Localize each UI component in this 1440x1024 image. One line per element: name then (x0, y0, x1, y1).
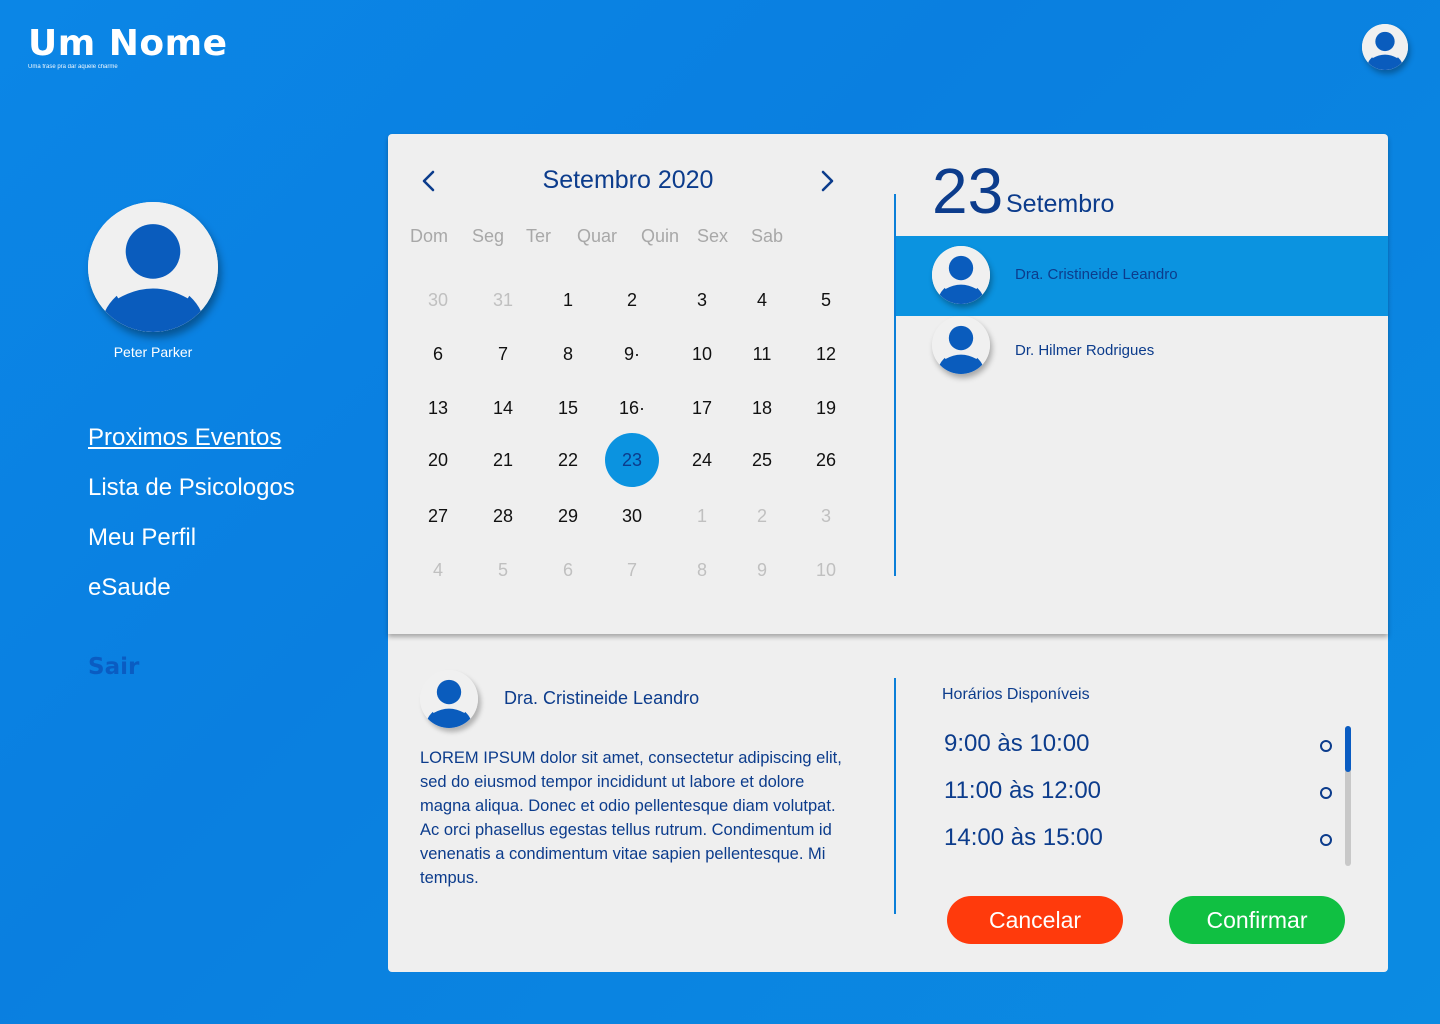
calendar-day[interactable]: 3 (799, 489, 853, 543)
brand-title: Um Nome (28, 23, 228, 64)
weekday-label: Ter (526, 226, 552, 246)
calendar-day[interactable]: 2 (605, 273, 659, 327)
nav-item-meu-perfil[interactable]: Meu Perfil (88, 520, 295, 570)
calendar-day[interactable]: 16· (605, 381, 659, 435)
calendar-day[interactable]: 6 (411, 327, 465, 381)
psychologist-avatar-icon (932, 246, 990, 304)
time-slot-radio[interactable] (1320, 834, 1332, 846)
selected-month: Setembro (1006, 190, 1115, 218)
time-slot[interactable]: 14:00 às 15:00 (942, 824, 1342, 858)
calendar-day[interactable]: 11 (735, 327, 789, 381)
calendar-day[interactable]: 8 (541, 327, 595, 381)
detail-avatar-icon (420, 670, 478, 728)
calendar-day[interactable]: 7 (605, 543, 659, 597)
calendar-day[interactable]: 9· (605, 327, 659, 381)
calendar-day[interactable]: 29 (541, 489, 595, 543)
calendar-day[interactable]: 21 (476, 433, 530, 487)
calendar-day[interactable]: 1 (675, 489, 729, 543)
weekday-label: Quar (577, 226, 618, 246)
calendar-day[interactable]: 10 (675, 327, 729, 381)
calendar-day[interactable]: 31 (476, 273, 530, 327)
nav-item-esaude[interactable]: eSaude (88, 570, 295, 620)
weekday-label: Quin (641, 226, 680, 246)
appointment-card: Dra. Cristineide Leandro LOREM IPSUM dol… (388, 634, 1388, 972)
weekday-label: Seg (472, 226, 505, 246)
detail-name: Dra. Cristineide Leandro (504, 688, 700, 708)
user-avatar-icon[interactable] (1362, 24, 1408, 70)
nav-item-lista-de-psicologos[interactable]: Lista de Psicologos (88, 470, 295, 520)
cancel-button[interactable]: Cancelar (947, 896, 1123, 944)
confirm-button[interactable]: Confirmar (1169, 896, 1345, 944)
time-slot-radio[interactable] (1320, 787, 1332, 799)
calendar-day[interactable]: 2 (735, 489, 789, 543)
weekday-label: Sab (751, 226, 784, 246)
slots-scrollbar-thumb[interactable] (1345, 726, 1351, 772)
calendar-day[interactable]: 20 (411, 433, 465, 487)
weekday-label: Sex (697, 226, 729, 246)
calendar-day[interactable]: 18 (735, 381, 789, 435)
sidebar-nav: Proximos Eventos Lista de Psicologos Meu… (88, 420, 295, 620)
divider (894, 678, 896, 914)
slots-title: Horários Disponíveis (942, 686, 1090, 703)
calendar-day[interactable]: 26 (799, 433, 853, 487)
profile-name: Peter Parker (113, 344, 193, 360)
calendar-day[interactable]: 4 (411, 543, 465, 597)
calendar-month-label: Setembro 2020 (542, 166, 714, 194)
calendar-day[interactable]: 4 (735, 273, 789, 327)
calendar-day[interactable]: 15 (541, 381, 595, 435)
calendar-day[interactable]: 28 (476, 489, 530, 543)
profile-avatar-icon (88, 202, 218, 332)
next-month-chevron-right-icon[interactable] (812, 164, 842, 198)
previous-month-chevron-left-icon[interactable] (414, 164, 444, 198)
brand-tagline: Uma frase pra dar aquele charme (28, 64, 118, 70)
calendar-day-selected[interactable]: 23 (605, 433, 659, 487)
time-slot-label: 9:00 às 10:00 (944, 730, 1090, 757)
calendar-day[interactable]: 10 (799, 543, 853, 597)
nav-item-proximos-eventos[interactable]: Proximos Eventos (88, 420, 295, 470)
time-slot[interactable]: 9:00 às 10:00 (942, 730, 1342, 764)
calendar-day[interactable]: 5 (476, 543, 530, 597)
calendar-day[interactable]: 22 (541, 433, 595, 487)
calendar-day[interactable]: 3 (675, 273, 729, 327)
psychologist-item[interactable]: Dr. Hilmer Rodrigues (896, 316, 1388, 396)
time-slot-radio[interactable] (1320, 740, 1332, 752)
time-slot[interactable]: 11:00 às 12:00 (942, 777, 1342, 811)
calendar-day[interactable]: 30 (605, 489, 659, 543)
calendar-day[interactable]: 30 (411, 273, 465, 327)
calendar-day[interactable]: 14 (476, 381, 530, 435)
weekday-label: Dom (410, 226, 449, 246)
logout-link[interactable]: Sair (88, 654, 139, 680)
time-slot-label: 14:00 às 15:00 (944, 824, 1103, 851)
calendar-day[interactable]: 1 (541, 273, 595, 327)
brand: Um Nome Uma frase pra dar aquele charme (28, 23, 228, 71)
psychologist-name: Dra. Cristineide Leandro (1015, 266, 1178, 283)
calendar-day[interactable]: 17 (675, 381, 729, 435)
calendar-day[interactable]: 13 (411, 381, 465, 435)
calendar-card: Setembro 2020 Dom Seg Ter Quar Quin Sex Sab 30… (388, 134, 1388, 634)
calendar-day[interactable]: 19 (799, 381, 853, 435)
psychologist-name: Dr. Hilmer Rodrigues (1015, 342, 1155, 359)
psychologist-item[interactable]: Dra. Cristineide Leandro (896, 236, 1388, 316)
time-slot-label: 11:00 às 12:00 (944, 777, 1102, 804)
detail-bio: LOREM IPSUM dolor sit amet, consectetur … (420, 749, 842, 887)
calendar-day[interactable]: 24 (675, 433, 729, 487)
calendar-day[interactable]: 25 (735, 433, 789, 487)
calendar-day[interactable]: 5 (799, 273, 853, 327)
calendar-day[interactable]: 7 (476, 327, 530, 381)
calendar-day[interactable]: 8 (675, 543, 729, 597)
calendar-day[interactable]: 27 (411, 489, 465, 543)
selected-day: 23 (932, 155, 1004, 227)
calendar-day[interactable]: 9 (735, 543, 789, 597)
calendar-day[interactable]: 12 (799, 327, 853, 381)
calendar-day[interactable]: 6 (541, 543, 595, 597)
psychologist-avatar-icon (932, 316, 990, 374)
